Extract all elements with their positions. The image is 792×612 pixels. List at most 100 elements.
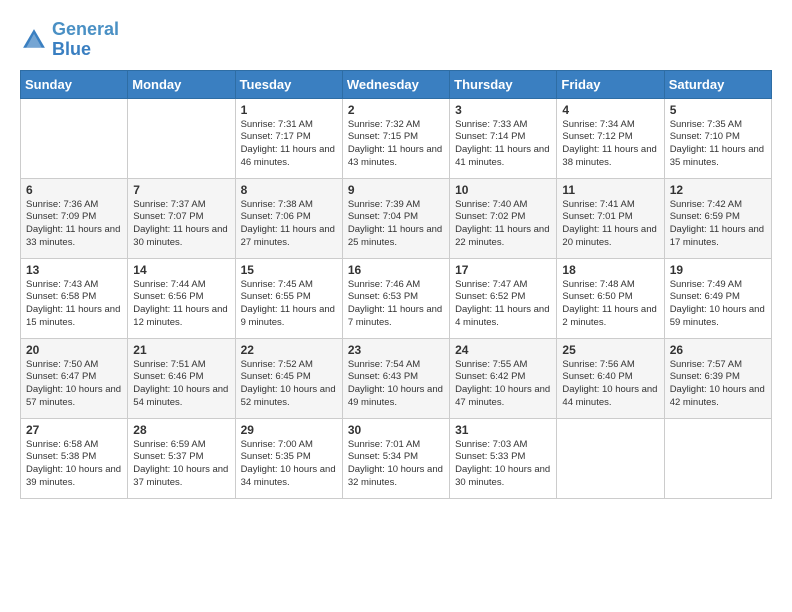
day-number: 22 — [241, 343, 337, 357]
calendar-cell: 15 Sunrise: 7:45 AMSunset: 6:55 PMDayligh… — [235, 258, 342, 338]
day-number: 26 — [670, 343, 766, 357]
calendar-cell: 27 Sunrise: 6:58 AMSunset: 5:38 PMDayligh… — [21, 418, 128, 498]
day-detail: Sunrise: 7:47 AMSunset: 6:52 PMDaylight:… — [455, 279, 551, 330]
day-detail: Sunrise: 6:59 AMSunset: 5:37 PMDaylight:… — [133, 439, 229, 490]
calendar-cell: 3 Sunrise: 7:33 AMSunset: 7:14 PMDaylight… — [450, 98, 557, 178]
calendar-cell: 11 Sunrise: 7:41 AMSunset: 7:01 PMDayligh… — [557, 178, 664, 258]
day-detail: Sunrise: 7:49 AMSunset: 6:49 PMDaylight:… — [670, 279, 766, 330]
calendar-cell: 29 Sunrise: 7:00 AMSunset: 5:35 PMDayligh… — [235, 418, 342, 498]
day-detail: Sunrise: 7:56 AMSunset: 6:40 PMDaylight:… — [562, 359, 658, 410]
day-number: 3 — [455, 103, 551, 117]
calendar-cell: 8Sunrise: 7:38 AMSunset: 7:06 PMDaylight… — [235, 178, 342, 258]
day-detail: Sunrise: 7:35 AMSunset: 7:10 PMDaylight:… — [670, 119, 766, 170]
day-number: 18 — [562, 263, 658, 277]
calendar-cell: 13 Sunrise: 7:43 AMSunset: 6:58 PMDayligh… — [21, 258, 128, 338]
calendar-cell: 24 Sunrise: 7:55 AMSunset: 6:42 PMDayligh… — [450, 338, 557, 418]
calendar-cell: 4Sunrise: 7:34 AMSunset: 7:12 PMDaylight… — [557, 98, 664, 178]
day-detail: Sunrise: 7:45 AMSunset: 6:55 PMDaylight:… — [241, 279, 337, 330]
day-detail: Sunrise: 7:32 AMSunset: 7:15 PMDaylight:… — [348, 119, 444, 170]
day-detail: Sunrise: 7:43 AMSunset: 6:58 PMDaylight:… — [26, 279, 122, 330]
header-day: Saturday — [664, 70, 771, 98]
day-number: 11 — [562, 183, 658, 197]
day-detail: Sunrise: 7:55 AMSunset: 6:42 PMDaylight:… — [455, 359, 551, 410]
day-detail: Sunrise: 7:44 AMSunset: 6:56 PMDaylight:… — [133, 279, 229, 330]
calendar-cell — [664, 418, 771, 498]
calendar-cell: 20 Sunrise: 7:50 AMSunset: 6:47 PMDayligh… — [21, 338, 128, 418]
day-detail: Sunrise: 7:39 AMSunset: 7:04 PMDaylight:… — [348, 199, 444, 250]
day-detail: Sunrise: 7:50 AMSunset: 6:47 PMDaylight:… — [26, 359, 122, 410]
day-number: 19 — [670, 263, 766, 277]
day-number: 28 — [133, 423, 229, 437]
day-detail: Sunrise: 7:52 AMSunset: 6:45 PMDaylight:… — [241, 359, 337, 410]
calendar-cell: 12Sunrise: 7:42 AMSunset: 6:59 PMDayligh… — [664, 178, 771, 258]
day-number: 21 — [133, 343, 229, 357]
day-detail: Sunrise: 6:58 AMSunset: 5:38 PMDaylight:… — [26, 439, 122, 490]
calendar-cell: 19 Sunrise: 7:49 AMSunset: 6:49 PMDayligh… — [664, 258, 771, 338]
day-detail: Sunrise: 7:42 AMSunset: 6:59 PMDaylight:… — [670, 199, 766, 250]
calendar-cell: 22 Sunrise: 7:52 AMSunset: 6:45 PMDayligh… — [235, 338, 342, 418]
day-detail: Sunrise: 7:33 AMSunset: 7:14 PMDaylight:… — [455, 119, 551, 170]
day-detail: Sunrise: 7:01 AMSunset: 5:34 PMDaylight:… — [348, 439, 444, 490]
calendar-cell: 6 Sunrise: 7:36 AMSunset: 7:09 PMDaylight… — [21, 178, 128, 258]
calendar-cell: 28 Sunrise: 6:59 AMSunset: 5:37 PMDayligh… — [128, 418, 235, 498]
day-number: 31 — [455, 423, 551, 437]
day-number: 2 — [348, 103, 444, 117]
calendar-cell: 30 Sunrise: 7:01 AMSunset: 5:34 PMDayligh… — [342, 418, 449, 498]
header-day: Wednesday — [342, 70, 449, 98]
header-day: Monday — [128, 70, 235, 98]
day-number: 24 — [455, 343, 551, 357]
calendar-cell: 31 Sunrise: 7:03 AMSunset: 5:33 PMDayligh… — [450, 418, 557, 498]
calendar-table: SundayMondayTuesdayWednesdayThursdayFrid… — [20, 70, 772, 499]
calendar-cell: 7 Sunrise: 7:37 AMSunset: 7:07 PMDaylight… — [128, 178, 235, 258]
day-detail: Sunrise: 7:34 AMSunset: 7:12 PMDaylight:… — [562, 119, 658, 170]
logo-icon — [20, 26, 48, 54]
day-detail: Sunrise: 7:41 AMSunset: 7:01 PMDaylight:… — [562, 199, 658, 250]
day-detail: Sunrise: 7:37 AMSunset: 7:07 PMDaylight:… — [133, 199, 229, 250]
day-number: 30 — [348, 423, 444, 437]
header-day: Friday — [557, 70, 664, 98]
day-number: 1 — [241, 103, 337, 117]
day-number: 9 — [348, 183, 444, 197]
header-day: Sunday — [21, 70, 128, 98]
day-number: 6 — [26, 183, 122, 197]
header-day: Tuesday — [235, 70, 342, 98]
calendar-cell: 26 Sunrise: 7:57 AMSunset: 6:39 PMDayligh… — [664, 338, 771, 418]
calendar-cell — [128, 98, 235, 178]
calendar-cell: 2 Sunrise: 7:32 AMSunset: 7:15 PMDaylight… — [342, 98, 449, 178]
logo: General Blue — [20, 20, 119, 60]
calendar-cell: 23 Sunrise: 7:54 AMSunset: 6:43 PMDayligh… — [342, 338, 449, 418]
calendar-cell — [21, 98, 128, 178]
day-number: 25 — [562, 343, 658, 357]
calendar-cell: 9 Sunrise: 7:39 AMSunset: 7:04 PMDaylight… — [342, 178, 449, 258]
day-number: 14 — [133, 263, 229, 277]
day-number: 20 — [26, 343, 122, 357]
calendar-cell: 14 Sunrise: 7:44 AMSunset: 6:56 PMDayligh… — [128, 258, 235, 338]
calendar-cell: 21 Sunrise: 7:51 AMSunset: 6:46 PMDayligh… — [128, 338, 235, 418]
header-day: Thursday — [450, 70, 557, 98]
day-number: 29 — [241, 423, 337, 437]
day-number: 7 — [133, 183, 229, 197]
day-detail: Sunrise: 7:00 AMSunset: 5:35 PMDaylight:… — [241, 439, 337, 490]
day-number: 15 — [241, 263, 337, 277]
logo-text: General Blue — [52, 20, 119, 60]
day-detail: Sunrise: 7:31 AMSunset: 7:17 PMDaylight:… — [241, 119, 337, 170]
calendar-cell — [557, 418, 664, 498]
day-detail: Sunrise: 7:51 AMSunset: 6:46 PMDaylight:… — [133, 359, 229, 410]
day-detail: Sunrise: 7:36 AMSunset: 7:09 PMDaylight:… — [26, 199, 122, 250]
day-detail: Sunrise: 7:03 AMSunset: 5:33 PMDaylight:… — [455, 439, 551, 490]
day-number: 17 — [455, 263, 551, 277]
calendar-cell: 1 Sunrise: 7:31 AMSunset: 7:17 PMDaylight… — [235, 98, 342, 178]
day-detail: Sunrise: 7:54 AMSunset: 6:43 PMDaylight:… — [348, 359, 444, 410]
calendar-cell: 17 Sunrise: 7:47 AMSunset: 6:52 PMDayligh… — [450, 258, 557, 338]
day-number: 23 — [348, 343, 444, 357]
calendar-cell: 25 Sunrise: 7:56 AMSunset: 6:40 PMDayligh… — [557, 338, 664, 418]
day-number: 5 — [670, 103, 766, 117]
day-number: 13 — [26, 263, 122, 277]
day-number: 16 — [348, 263, 444, 277]
calendar-cell: 16Sunrise: 7:46 AMSunset: 6:53 PMDayligh… — [342, 258, 449, 338]
day-detail: Sunrise: 7:48 AMSunset: 6:50 PMDaylight:… — [562, 279, 658, 330]
day-detail: Sunrise: 7:38 AMSunset: 7:06 PMDaylight:… — [241, 199, 337, 250]
day-number: 27 — [26, 423, 122, 437]
day-number: 10 — [455, 183, 551, 197]
day-detail: Sunrise: 7:57 AMSunset: 6:39 PMDaylight:… — [670, 359, 766, 410]
